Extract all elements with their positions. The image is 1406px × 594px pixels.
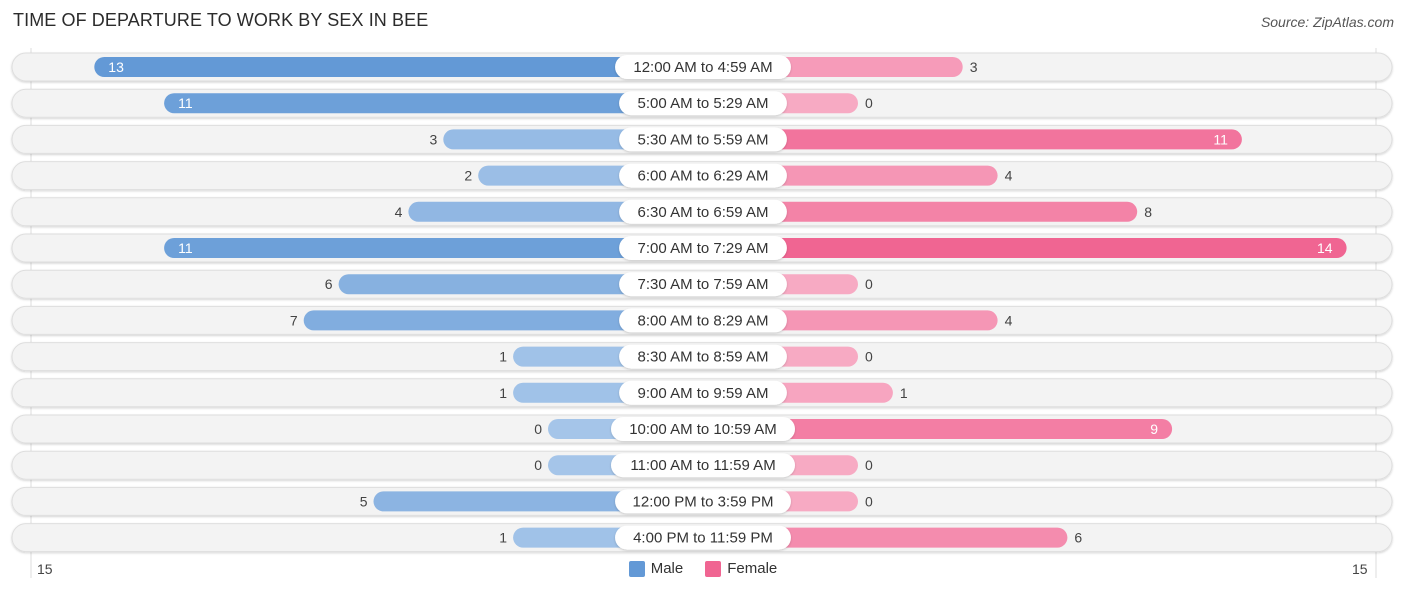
legend: Male Female xyxy=(0,560,1406,577)
bar-row: 5 0 12:00 PM to 3:59 PM xyxy=(11,486,1393,516)
bar-row: 1 1 9:00 AM to 9:59 AM xyxy=(11,378,1393,408)
legend-item-female: Female xyxy=(705,560,777,577)
value-label-female: 0 xyxy=(865,95,873,111)
bar-row: 2 4 6:00 AM to 6:29 AM xyxy=(11,161,1393,191)
value-label-female: 14 xyxy=(1317,240,1333,256)
value-label-female: 9 xyxy=(1150,421,1158,437)
category-label: 12:00 AM to 4:59 AM xyxy=(633,59,772,76)
value-label-male: 6 xyxy=(325,276,333,292)
category-label: 12:00 PM to 3:59 PM xyxy=(633,493,774,510)
value-label-male: 1 xyxy=(499,385,507,401)
value-label-female: 4 xyxy=(1005,168,1013,184)
category-label: 8:00 AM to 8:29 AM xyxy=(638,312,769,329)
legend-label-male: Male xyxy=(650,560,684,577)
legend-item-male: Male xyxy=(628,560,684,577)
bar-row: 1 0 8:30 AM to 8:59 AM xyxy=(11,342,1393,372)
value-label-female: 11 xyxy=(1213,131,1228,147)
value-label-male: 11 xyxy=(178,95,193,111)
value-label-male: 2 xyxy=(464,168,472,184)
value-label-female: 8 xyxy=(1144,204,1152,220)
category-label: 7:00 AM to 7:29 AM xyxy=(638,240,769,257)
bar-row: 4 8 6:30 AM to 6:59 AM xyxy=(11,197,1393,227)
category-label: 5:30 AM to 5:59 AM xyxy=(638,131,769,148)
bar-female xyxy=(703,238,1347,258)
value-label-female: 0 xyxy=(865,349,873,365)
category-label: 9:00 AM to 9:59 AM xyxy=(638,385,769,402)
legend-swatch-male xyxy=(628,560,645,577)
bar-male xyxy=(94,57,704,77)
category-label: 6:30 AM to 6:59 AM xyxy=(638,204,769,221)
value-label-female: 0 xyxy=(865,493,873,509)
value-label-male: 7 xyxy=(290,312,298,328)
value-label-female: 0 xyxy=(865,276,873,292)
value-label-female: 0 xyxy=(865,457,873,473)
value-label-male: 1 xyxy=(499,530,507,546)
value-label-female: 3 xyxy=(970,59,978,75)
category-label: 6:00 AM to 6:29 AM xyxy=(638,168,769,185)
value-label-male: 11 xyxy=(178,240,193,256)
category-label: 4:00 PM to 11:59 PM xyxy=(633,530,773,547)
bar-row: 13 3 12:00 AM to 4:59 AM xyxy=(11,52,1393,82)
value-label-male: 5 xyxy=(360,493,368,509)
bar-row: 3 11 5:30 AM to 5:59 AM xyxy=(11,124,1393,154)
value-label-male: 4 xyxy=(395,204,403,220)
value-label-male: 0 xyxy=(534,421,542,437)
value-label-female: 4 xyxy=(1005,312,1013,328)
bar-row: 11 0 5:00 AM to 5:29 AM xyxy=(11,88,1393,118)
value-label-male: 13 xyxy=(108,59,124,75)
category-label: 10:00 AM to 10:59 AM xyxy=(629,421,777,438)
category-label: 8:30 AM to 8:59 AM xyxy=(638,349,769,366)
category-label: 5:00 AM to 5:29 AM xyxy=(638,95,769,112)
bar-row: 11 14 7:00 AM to 7:29 AM xyxy=(11,233,1393,263)
bar-row: 1 6 4:00 PM to 11:59 PM xyxy=(11,523,1393,553)
category-label: 7:30 AM to 7:59 AM xyxy=(638,276,769,293)
legend-swatch-female xyxy=(705,560,722,577)
value-label-female: 1 xyxy=(900,385,908,401)
value-label-male: 1 xyxy=(499,349,507,365)
legend-label-female: Female xyxy=(727,560,778,577)
value-label-male: 3 xyxy=(430,131,438,147)
bar-row: 6 0 7:30 AM to 7:59 AM xyxy=(11,269,1393,299)
category-label: 11:00 AM to 11:59 AM xyxy=(630,457,775,474)
value-label-female: 6 xyxy=(1074,530,1082,546)
chart-area: 13 312:00 AM to 4:59 AM11 05:00 AM to 5:29… xyxy=(11,48,1393,578)
bar-row: 0 0 11:00 AM to 11:59 AM xyxy=(11,450,1393,480)
bar-row: 0 9 10:00 AM to 10:59 AM xyxy=(11,414,1393,444)
value-label-male: 0 xyxy=(534,457,542,473)
bar-row: 7 4 8:00 AM to 8:29 AM xyxy=(11,305,1393,335)
